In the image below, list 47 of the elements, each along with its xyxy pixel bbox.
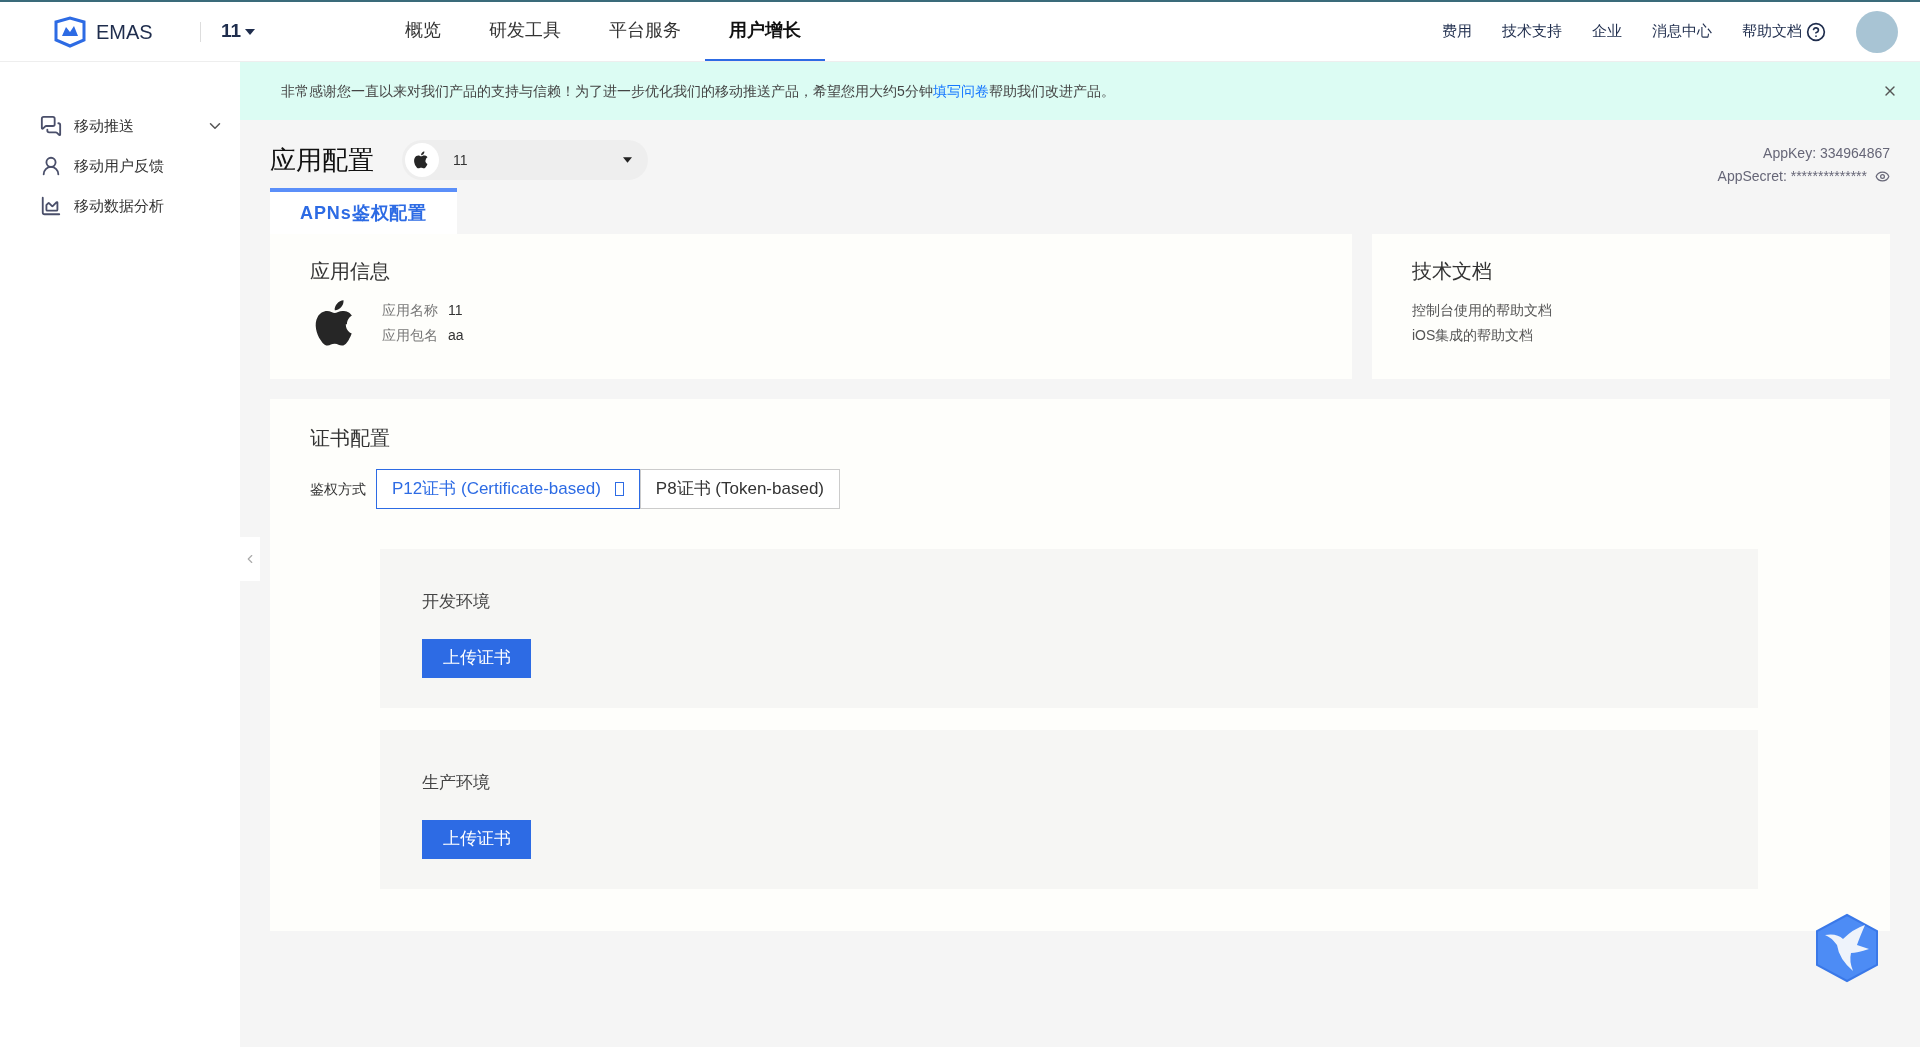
person-icon <box>40 155 62 177</box>
header-link[interactable]: 技术支持 <box>1502 20 1562 43</box>
collapse-handle[interactable] <box>240 537 260 581</box>
field-label: 应用包名 <box>382 326 438 345</box>
app-select[interactable]: 11 <box>402 140 648 180</box>
card-title: 证书配置 <box>310 426 391 451</box>
caret-icon <box>623 157 632 163</box>
header-link[interactable]: 企业 <box>1592 20 1622 43</box>
appsecret-text: AppSecret: ************** <box>1717 167 1867 186</box>
card-title: 技术文档 <box>1412 259 1493 284</box>
eye-icon[interactable] <box>1875 169 1890 184</box>
tab[interactable]: APNs鉴权配置 <box>270 188 458 234</box>
auth-option[interactable]: P8证书 (Token-based) <box>639 469 840 509</box>
notice-text: 非常感谢您一直以来对我们产品的支持与信赖！为了进一步优化我们的移动推送产品，希望您用大约5分钟填写问卷帮助我们改进产品。 <box>281 81 1115 101</box>
sidebar-item[interactable]: 移动数据分析 <box>0 186 240 226</box>
field-label: 应用名称 <box>382 301 438 320</box>
chat-icon <box>40 115 62 137</box>
square-icon <box>614 482 624 496</box>
caret-icon <box>245 28 256 35</box>
header-link[interactable]: 消息中心 <box>1652 20 1712 43</box>
logo-text: EMAS <box>96 19 153 45</box>
header-link[interactable]: 帮助文档 <box>1742 20 1802 43</box>
app-switcher[interactable]: 11 <box>221 17 256 46</box>
auth-option[interactable]: P12证书 (Certificate-based) <box>376 469 640 509</box>
environment-title: 生产环境 <box>422 772 491 794</box>
appkey-text: AppKey: 334964867 <box>1763 144 1890 163</box>
field-value: 11 <box>448 301 463 320</box>
field-value: aa <box>448 326 464 345</box>
nav-tab[interactable]: 平台服务 <box>585 2 706 61</box>
sidebar-item[interactable]: 移动推送 <box>0 106 240 146</box>
help-icon[interactable] <box>1806 21 1826 42</box>
header-link[interactable]: 费用 <box>1442 20 1472 43</box>
bird-logo-icon <box>1815 913 1879 983</box>
auth-label: 鉴权方式 <box>310 479 366 499</box>
card-title: 应用信息 <box>310 259 391 284</box>
area-chart-icon <box>40 195 62 217</box>
doc-link[interactable]: 控制台使用的帮助文档 <box>1412 300 1850 321</box>
upload-button[interactable]: 上传证书 <box>422 819 531 859</box>
nav-tab[interactable]: 概览 <box>381 2 466 61</box>
upload-button[interactable]: 上传证书 <box>422 638 531 678</box>
survey-link[interactable]: 填写问卷 <box>932 82 989 99</box>
sidebar-item[interactable]: 移动用户反馈 <box>0 146 240 186</box>
logo-icon <box>52 15 88 48</box>
doc-link[interactable]: iOS集成的帮助文档 <box>1412 325 1850 346</box>
nav-tab[interactable]: 研发工具 <box>465 2 586 61</box>
environment-title: 开发环境 <box>422 591 491 613</box>
page-title: 应用配置 <box>270 143 374 177</box>
